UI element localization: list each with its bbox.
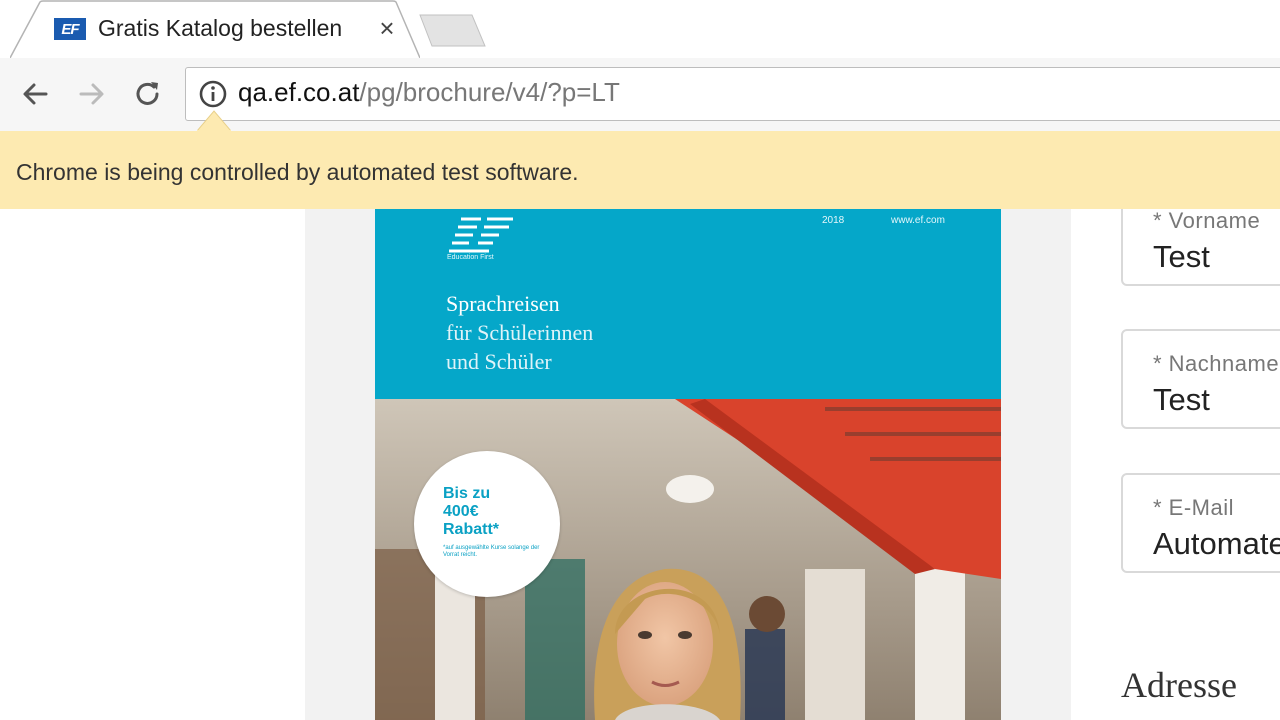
infobar-pointer xyxy=(197,110,231,132)
tab-strip: EF Gratis Katalog bestellen × xyxy=(0,0,1280,59)
url-text[interactable]: qa.ef.co.at/pg/brochure/v4/?p=LT xyxy=(238,77,620,108)
new-tab-button[interactable] xyxy=(418,14,488,48)
cover-website: www.ef.com xyxy=(891,215,945,226)
url-host: qa.ef.co.at xyxy=(238,77,360,107)
cover-photo: Bis zu 400€ Rabatt* *auf ausgewählte Kur… xyxy=(375,399,1001,720)
cover-title-line2: für Schülerinnen xyxy=(446,320,594,345)
tab-title: Gratis Katalog bestellen xyxy=(98,15,343,41)
url-path: /pg/brochure/v4/?p=LT xyxy=(359,77,620,107)
badge-line3: Rabatt* xyxy=(443,521,500,538)
brochure-cover-image: Education First 2018 www.ef.com Sprachre… xyxy=(375,209,1001,720)
discount-badge: Bis zu 400€ Rabatt* *auf ausgewählte Kur… xyxy=(414,451,560,597)
infobar-message: Chrome is being controlled by automated … xyxy=(16,159,579,185)
info-icon[interactable] xyxy=(198,79,228,109)
email-value[interactable]: Automate xyxy=(1153,526,1280,562)
browser-toolbar: qa.ef.co.at/pg/brochure/v4/?p=LT xyxy=(0,58,1280,131)
close-icon[interactable]: × xyxy=(374,14,400,42)
email-field[interactable]: * E-Mail Automate xyxy=(1121,473,1280,573)
email-label: * E-Mail xyxy=(1153,495,1235,520)
reload-icon xyxy=(136,82,159,105)
last-name-field[interactable]: * Nachname Test xyxy=(1121,329,1280,429)
badge-line2: 400€ xyxy=(443,503,479,520)
forward-button[interactable] xyxy=(74,76,110,112)
address-bar[interactable]: qa.ef.co.at/pg/brochure/v4/?p=LT xyxy=(185,67,1280,121)
badge-line1: Bis zu xyxy=(443,485,491,502)
automation-infobar: Chrome is being controlled by automated … xyxy=(0,110,1280,210)
cover-year: 2018 xyxy=(822,215,845,226)
first-name-value[interactable]: Test xyxy=(1153,239,1210,275)
browser-tab[interactable]: EF Gratis Katalog bestellen × xyxy=(10,0,420,59)
ef-favicon-icon: EF xyxy=(54,18,86,40)
ef-logo-icon xyxy=(449,217,513,253)
arrow-left-icon xyxy=(23,83,48,105)
address-heading: Adresse xyxy=(1121,665,1237,705)
first-name-label: * Vorname xyxy=(1153,209,1261,233)
last-name-value[interactable]: Test xyxy=(1153,382,1210,418)
badge-footnote: *auf ausgewählte Kurse solange der Vorra… xyxy=(443,545,540,558)
cover-title-line1: Sprachreisen xyxy=(446,291,560,316)
page-content: Education First 2018 www.ef.com Sprachre… xyxy=(0,209,1280,720)
cover-header: Education First 2018 www.ef.com Sprachre… xyxy=(375,209,1001,399)
first-name-field[interactable]: * Vorname Test xyxy=(1121,209,1280,286)
cover-title-line3: und Schüler xyxy=(446,349,552,374)
back-button[interactable] xyxy=(17,76,53,112)
last-name-label: * Nachname xyxy=(1153,351,1280,376)
logo-subtext: Education First xyxy=(447,254,494,261)
reload-button[interactable] xyxy=(130,76,166,112)
arrow-right-icon xyxy=(79,83,104,105)
